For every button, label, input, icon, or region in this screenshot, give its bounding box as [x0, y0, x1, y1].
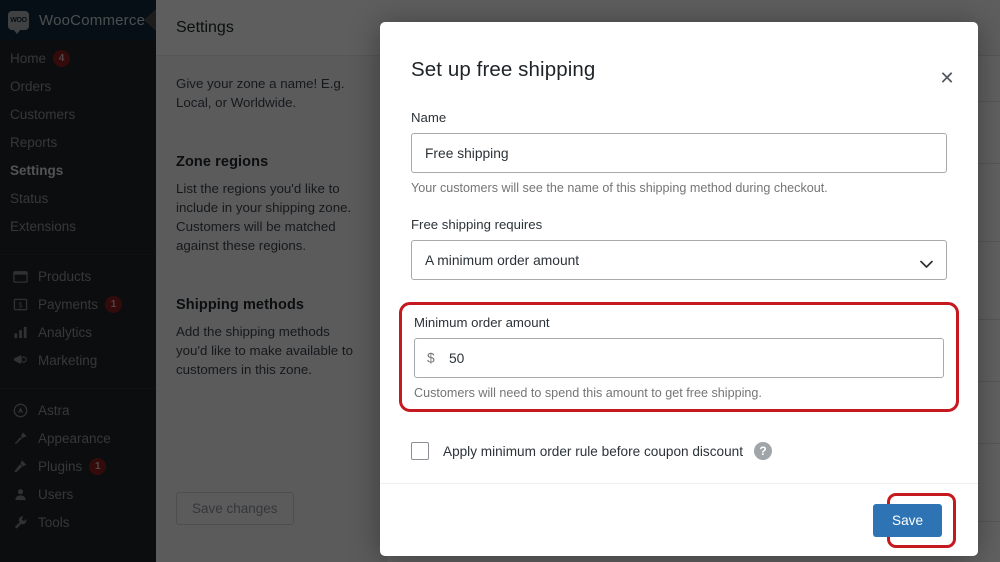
minimum-order-label: Minimum order amount: [414, 315, 550, 330]
modal-title: Set up free shipping: [411, 58, 596, 81]
requires-select-wrapper: A minimum order amount: [411, 240, 947, 280]
coupon-rule-checkbox[interactable]: [411, 442, 429, 460]
name-field-group: Name Your customers will see the name of…: [411, 110, 947, 195]
name-field-help: Your customers will see the name of this…: [411, 181, 828, 195]
name-field-label: Name: [411, 110, 447, 125]
free-shipping-modal: ✕ Set up free shipping Name Your custome…: [380, 22, 978, 556]
minimum-order-input[interactable]: [414, 338, 944, 378]
requires-field-group: Free shipping requires A minimum order a…: [411, 217, 947, 280]
modal-footer: Save: [380, 483, 978, 556]
requires-field-label: Free shipping requires: [411, 217, 543, 232]
coupon-rule-label: Apply minimum order rule before coupon d…: [443, 443, 743, 459]
help-icon[interactable]: ?: [753, 442, 772, 460]
minimum-order-highlight: Minimum order amount $ Customers will ne…: [399, 302, 959, 412]
modal-body: Set up free shipping Name Your customers…: [380, 22, 978, 483]
app-screen: WOO WooCommerce Home 4 Orders Customers: [0, 0, 1000, 562]
save-button[interactable]: Save: [873, 503, 942, 537]
name-input[interactable]: [411, 133, 947, 173]
minimum-order-help: Customers will need to spend this amount…: [414, 386, 762, 400]
requires-select[interactable]: A minimum order amount: [411, 240, 947, 280]
close-icon[interactable]: ✕: [935, 66, 959, 90]
coupon-rule-row: Apply minimum order rule before coupon d…: [411, 442, 947, 460]
minimum-order-input-wrapper: $: [414, 338, 944, 378]
